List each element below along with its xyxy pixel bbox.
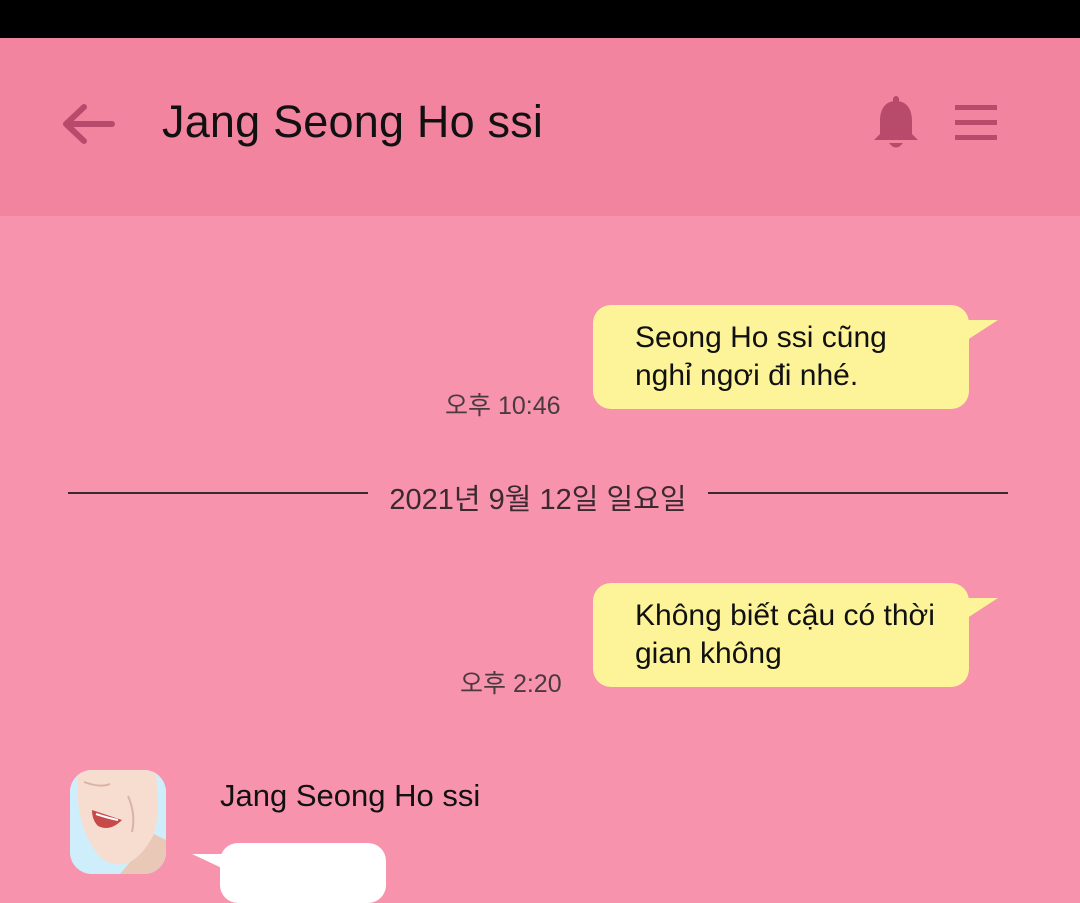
divider-line [708, 492, 1008, 494]
date-divider: 2021년 9월 12일 일요일 [68, 476, 1008, 516]
message-line: gian không [635, 637, 782, 670]
hamburger-menu-icon[interactable] [952, 102, 1000, 144]
date-divider-label: 2021년 9월 12일 일요일 [389, 484, 687, 516]
message-timestamp: 오후 2:20 [460, 670, 562, 698]
sender-name: Jang Seong Ho ssi [220, 778, 481, 813]
outgoing-message-bubble[interactable]: Không biết cậu có thời gian không [593, 583, 969, 687]
incoming-message-bubble[interactable] [220, 843, 386, 903]
message-line: nghỉ ngơi đi nhé. [635, 359, 859, 392]
arrow-left-icon[interactable] [62, 102, 116, 146]
bell-icon[interactable] [870, 94, 922, 152]
avatar[interactable] [70, 770, 166, 874]
bubble-tail [958, 320, 998, 346]
outgoing-message-bubble[interactable]: Seong Ho ssi cũng nghỉ ngơi đi nhé. [593, 305, 969, 409]
status-bar [0, 0, 1080, 38]
chat-title: Jang Seong Ho ssi [162, 96, 544, 147]
avatar-image [70, 770, 166, 874]
divider-line [68, 492, 368, 494]
message-line: Không biết cậu có thời [635, 599, 935, 632]
bubble-tail [958, 598, 998, 624]
chat-header: Jang Seong Ho ssi [0, 38, 1080, 216]
message-timestamp: 오후 10:46 [445, 392, 561, 420]
message-line: Seong Ho ssi cũng [635, 321, 887, 354]
